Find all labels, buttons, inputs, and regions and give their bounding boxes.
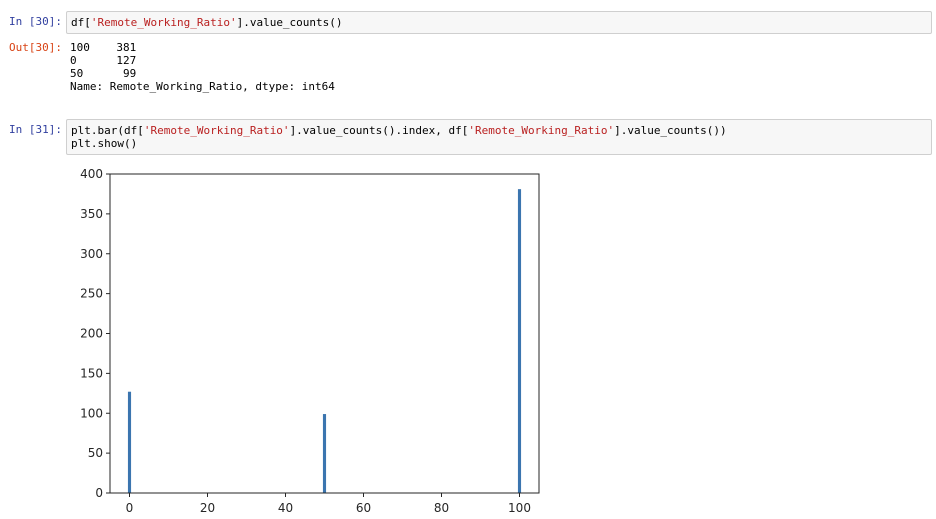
code-editor-31[interactable]: plt.bar(df['Remote_Working_Ratio'].value… <box>66 119 932 155</box>
y-tick-label: 150 <box>80 366 103 380</box>
code-editor-30[interactable]: df['Remote_Working_Ratio'].value_counts(… <box>66 11 932 34</box>
bar <box>322 414 327 493</box>
bar <box>517 189 522 493</box>
y-tick-label: 350 <box>80 207 103 221</box>
output-line: 0 127 <box>70 54 137 67</box>
x-tick-label: 40 <box>278 501 293 515</box>
code-token: ].value_counts() <box>236 16 343 29</box>
y-tick-label: 400 <box>80 167 103 181</box>
x-tick-label: 0 <box>126 501 134 515</box>
bar-chart: 0 50 100 150 200 250 300 350 400 0 20 40 60 80 100 <box>80 167 540 515</box>
code-line[interactable]: plt.show() <box>71 137 927 150</box>
y-tick-label: 200 <box>80 327 103 341</box>
code-token: plt.show() <box>71 137 138 150</box>
x-tick-label: 60 <box>356 501 371 515</box>
code-string-token: 'Remote_Working_Ratio' <box>143 124 290 137</box>
output-line: 50 99 <box>70 67 137 80</box>
code-line[interactable]: plt.bar(df['Remote_Working_Ratio'].value… <box>71 124 927 137</box>
y-tick-label: 0 <box>95 486 103 500</box>
y-tick-label: 300 <box>80 247 103 261</box>
code-token: ].value_counts().index, df[ <box>289 124 469 137</box>
bar <box>127 391 132 493</box>
code-token: plt.bar(df[ <box>71 124 144 137</box>
input-prompt-31: In [31]: <box>9 123 62 136</box>
bars-group <box>127 189 522 493</box>
x-tick-label: 100 <box>508 501 531 515</box>
output-line: 100 381 <box>70 41 137 54</box>
output-line: Name: Remote_Working_Ratio, dtype: int64 <box>70 80 335 93</box>
code-cell-30[interactable]: In [30]: df['Remote_Working_Ratio'].valu… <box>0 6 936 106</box>
output-prompt-30: Out[30]: <box>9 41 62 54</box>
code-string-token: 'Remote_Working_Ratio' <box>468 124 615 137</box>
x-tick-label: 80 <box>434 501 449 515</box>
output-area-30: 100 381 0 127 50 99 Name: Remote_Working… <box>70 41 335 93</box>
code-line[interactable]: df['Remote_Working_Ratio'].value_counts(… <box>71 16 927 29</box>
y-axis: 0 50 100 150 200 250 300 350 400 <box>80 167 110 500</box>
y-tick-label: 100 <box>80 406 103 420</box>
y-tick-label: 250 <box>80 287 103 301</box>
code-string-token: 'Remote_Working_Ratio' <box>90 16 237 29</box>
code-token: df[ <box>71 16 91 29</box>
x-tick-label: 20 <box>200 501 215 515</box>
y-tick-label: 50 <box>88 446 103 460</box>
input-prompt-30: In [30]: <box>9 15 62 28</box>
code-cell-31[interactable]: In [31]: plt.bar(df['Remote_Working_Rati… <box>0 114 936 155</box>
x-axis: 0 20 40 60 80 100 <box>126 493 531 515</box>
code-token: ].value_counts()) <box>614 124 727 137</box>
